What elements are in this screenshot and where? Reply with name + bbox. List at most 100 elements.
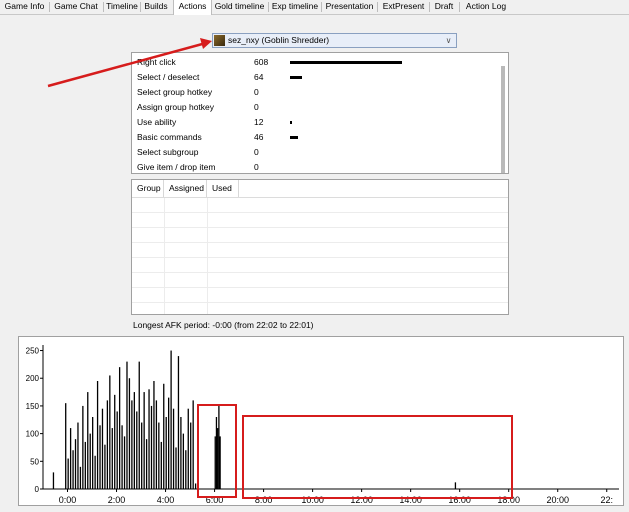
apm-bar <box>215 417 218 489</box>
apm-bar <box>131 400 133 489</box>
apm-bar <box>65 403 67 489</box>
apm-bar <box>175 447 177 489</box>
action-label: Right click <box>137 57 176 67</box>
grid-column-line <box>207 197 208 314</box>
apm-bar <box>89 433 91 489</box>
action-row: Basic commands 46 <box>132 130 492 145</box>
actions-list[interactable]: Right click 608 Select / deselect 64 Sel… <box>131 52 509 174</box>
apm-bar <box>128 378 131 489</box>
apm-bar <box>133 392 135 489</box>
apm-bar <box>145 439 148 489</box>
x-tick-label: 14:00 <box>399 495 422 505</box>
apm-bar <box>123 436 126 489</box>
apm-bar <box>143 392 145 489</box>
apm-bar <box>114 394 116 489</box>
tab-gold-timeline[interactable]: Gold timeline <box>212 0 267 13</box>
x-tick-label: 18:00 <box>497 495 520 505</box>
tab-separator <box>49 2 50 12</box>
action-row: Use ability 12 <box>132 115 492 130</box>
grid-row-line <box>132 257 508 258</box>
apm-bar <box>77 422 79 489</box>
action-row: Right click 608 <box>132 55 492 70</box>
tab-exp-timeline[interactable]: Exp timeline <box>270 0 320 13</box>
tab-game-info[interactable]: Game Info <box>2 0 47 13</box>
action-count: 608 <box>254 57 269 67</box>
tab-extpresent[interactable]: ExtPresent <box>379 0 428 13</box>
groups-table[interactable]: Group Assigned Used <box>131 179 509 315</box>
apm-bar <box>194 483 197 489</box>
apm-bar <box>163 383 165 489</box>
action-row: Select subgroup 0 <box>132 145 492 160</box>
tab-draft[interactable]: Draft <box>431 0 457 13</box>
apm-bar <box>454 482 457 489</box>
apm-bar <box>217 428 219 489</box>
grid-row-line <box>132 212 508 213</box>
apm-bar <box>79 466 82 489</box>
apm-bar <box>136 411 138 489</box>
apm-bar <box>192 400 194 489</box>
apm-chart-svg: 0 50 100 150 200 250 0:00 2:00 4:00 6:00 8:00 10:00… <box>26 345 619 505</box>
tab-action-log[interactable]: Action Log <box>461 0 511 13</box>
y-tick-label: 100 <box>26 430 40 439</box>
apm-bar <box>106 400 109 489</box>
apm-bar <box>74 439 77 489</box>
action-bar <box>290 136 298 139</box>
tab-timeline[interactable]: Timeline <box>105 0 139 13</box>
apm-chart: 0 50 100 150 200 250 0:00 2:00 4:00 6:00 8:00 10:00… <box>18 336 624 506</box>
action-count: 12 <box>254 117 264 127</box>
tab-separator <box>459 2 460 12</box>
column-header-assigned[interactable]: Assigned <box>164 180 207 197</box>
tab-game-chat[interactable]: Game Chat <box>51 0 101 13</box>
grid-row-line <box>132 272 508 273</box>
afk-period-label: Longest AFK period: -0:00 (from 22:02 to… <box>133 320 314 330</box>
action-count: 0 <box>254 87 259 97</box>
action-bar <box>290 61 402 64</box>
x-tick-label: 22: <box>600 495 613 505</box>
grid-row-line <box>132 227 508 228</box>
x-tick-label: 8:00 <box>255 495 273 505</box>
apm-bar <box>172 408 175 489</box>
action-label: Select group hotkey <box>137 87 213 97</box>
action-count: 0 <box>254 162 259 172</box>
action-bar <box>290 121 292 124</box>
action-label: Select subgroup <box>137 147 199 157</box>
apm-bar <box>82 405 84 489</box>
column-header-used[interactable]: Used <box>207 180 239 197</box>
apm-bar <box>116 411 118 489</box>
hero-portrait-icon <box>214 35 225 46</box>
apm-bar <box>104 444 106 489</box>
apm-bar <box>94 455 96 489</box>
action-row: Give item / drop item 0 <box>132 160 492 173</box>
player-select[interactable]: sez_nxy (Goblin Shredder) ∨ <box>212 33 457 48</box>
tab-builds[interactable]: Builds <box>142 0 170 13</box>
apm-bar <box>92 417 94 489</box>
column-header-group[interactable]: Group <box>132 180 164 197</box>
apm-bar <box>180 417 182 489</box>
x-tick-label: 2:00 <box>108 495 126 505</box>
y-tick-label: 250 <box>26 347 40 356</box>
chevron-down-icon[interactable]: ∨ <box>443 35 454 46</box>
tab-presentation[interactable]: Presentation <box>323 0 376 13</box>
x-tick-label: 16:00 <box>448 495 471 505</box>
header-divider <box>132 197 508 198</box>
apm-bar <box>182 433 185 489</box>
tab-separator <box>377 2 378 12</box>
apm-bar <box>219 436 221 489</box>
apm-bar <box>118 367 121 489</box>
tab-bar: Game Info Game Chat Timeline Builds Acti… <box>0 0 629 15</box>
action-row: Assign group hotkey 0 <box>132 100 492 115</box>
apm-bar <box>168 397 170 489</box>
apm-bar <box>96 381 99 489</box>
tab-actions[interactable]: Actions <box>173 0 212 15</box>
apm-bar <box>99 425 101 489</box>
apm-bar <box>214 436 216 489</box>
apm-bar <box>190 422 192 489</box>
action-row: Select group hotkey 0 <box>132 85 492 100</box>
apm-bar <box>177 356 180 489</box>
action-count: 0 <box>254 102 259 112</box>
apm-bar <box>69 428 72 489</box>
tab-separator <box>140 2 141 12</box>
actions-scrollbar[interactable] <box>501 66 505 173</box>
apm-bar <box>67 458 69 489</box>
x-tick-label: 0:00 <box>59 495 77 505</box>
